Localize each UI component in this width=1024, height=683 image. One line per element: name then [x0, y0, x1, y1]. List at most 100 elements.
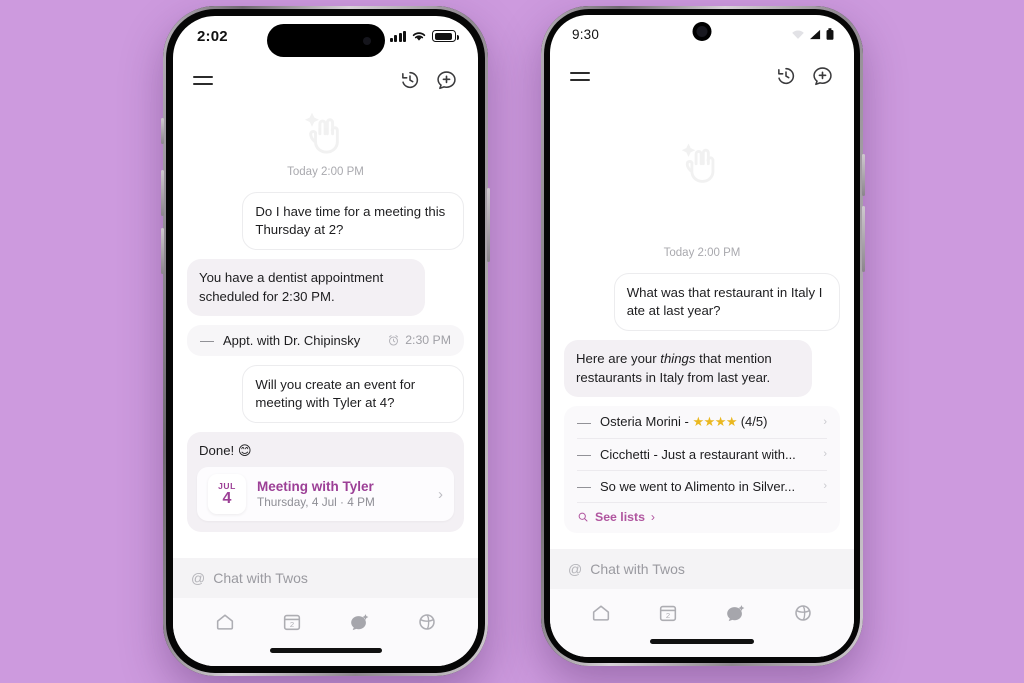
status-time: 9:30 — [572, 26, 600, 42]
chat-day-stamp: Today 2:00 PM — [287, 166, 364, 178]
chat-sparkle-icon[interactable] — [724, 602, 747, 625]
wifi-icon — [412, 32, 426, 41]
ios-status-bar: 2:02 — [173, 16, 478, 57]
power-button[interactable] — [862, 154, 865, 196]
bullet-dash-icon: — — [577, 478, 591, 495]
status-time: 2:02 — [197, 27, 228, 45]
status-icons — [791, 28, 834, 40]
hamburger-menu-icon[interactable] — [193, 75, 213, 85]
app-bar-actions — [399, 69, 458, 92]
bullet-dash-icon: — — [577, 413, 591, 430]
cellular-signal-icon — [389, 30, 406, 42]
event-title: Meeting with Tyler — [257, 479, 374, 495]
twos-peace-hand-logo — [564, 135, 840, 189]
chevron-right-icon: › — [438, 485, 443, 503]
twos-peace-hand-logo — [187, 104, 464, 160]
list-item-text-after: (4/5) — [737, 413, 768, 429]
hamburger-menu-icon[interactable] — [570, 71, 590, 81]
home-indicator — [173, 646, 478, 666]
chat-composer[interactable]: @ Chat with Twos — [173, 558, 478, 598]
android-app-bar — [550, 53, 854, 99]
search-icon — [578, 512, 588, 522]
list-item-label: Cicchetti - Just a restaurant with... — [600, 446, 796, 462]
chat-input-placeholder[interactable]: Chat with Twos — [590, 561, 685, 577]
done-confirmation-text: Done! 😊 — [199, 443, 252, 459]
chevron-right-icon: › — [823, 448, 827, 461]
appointment-time-text: 2:30 PM — [405, 333, 451, 348]
globe-icon[interactable] — [792, 602, 814, 624]
history-clock-icon[interactable] — [399, 69, 421, 91]
mute-switch[interactable] — [161, 118, 164, 144]
message-row: You have a dentist appointment scheduled… — [187, 259, 464, 316]
bottom-nav-bar: 2 — [173, 598, 478, 646]
home-icon[interactable] — [590, 602, 612, 624]
volume-up-button[interactable] — [161, 170, 164, 216]
list-item[interactable]: — Appt. with Dr. Chipinsky 2:30 PM — [187, 325, 464, 356]
see-lists-label: See lists — [595, 509, 645, 524]
list-item[interactable]: — Osteria Morini - ★★★★ (4/5) › — [564, 406, 840, 438]
iphone-screen: 2:02 Today 2:00 PM Do I have time for a … — [173, 16, 478, 666]
message-row: Here are your things that mention restau… — [564, 340, 840, 397]
assistant-text-emphasis: things — [660, 351, 696, 367]
see-lists-button[interactable]: See lists › — [564, 503, 840, 533]
android-device: 9:30 Today 2:00 PM What was that restaur… — [541, 6, 865, 666]
event-body: Meeting with Tyler Thursday, 4 Jul · 4 P… — [257, 479, 427, 509]
message-row: Will you create an event for meeting wit… — [187, 364, 464, 424]
status-icons — [389, 30, 459, 42]
list-item[interactable]: — So we went to Alimento in Silver... › — [564, 471, 840, 502]
appointment-card[interactable]: — Appt. with Dr. Chipinsky 2:30 PM — [187, 324, 464, 356]
calendar-icon[interactable]: 2 — [657, 602, 679, 624]
history-clock-icon[interactable] — [775, 65, 797, 87]
chat-scroll-region[interactable]: Today 2:00 PM Do I have time for a meeti… — [173, 104, 478, 558]
home-icon[interactable] — [214, 611, 236, 633]
cellular-signal-icon — [810, 29, 821, 39]
new-chat-plus-icon[interactable] — [811, 65, 834, 88]
list-item[interactable]: — Cicchetti - Just a restaurant with... … — [564, 439, 840, 470]
screenshot-stage: 2:02 Today 2:00 PM Do I have time for a … — [0, 0, 1024, 683]
ios-app-bar — [173, 56, 478, 104]
search-results-card: — Osteria Morini - ★★★★ (4/5) › — Cicche… — [564, 405, 840, 533]
bullet-dash-icon: — — [200, 332, 214, 349]
home-indicator — [550, 637, 854, 657]
list-item-label: So we went to Alimento in Silver... — [600, 478, 796, 494]
volume-down-button[interactable] — [161, 228, 164, 274]
iphone-device: 2:02 Today 2:00 PM Do I have time for a … — [161, 6, 490, 676]
calendar-event-card[interactable]: JUL 4 Meeting with Tyler Thursday, 4 Jul… — [197, 467, 454, 522]
bottom-nav-bar: 2 — [550, 589, 854, 637]
chevron-right-icon: › — [823, 480, 827, 493]
globe-icon[interactable] — [416, 611, 438, 633]
appointment-time: 2:30 PM — [387, 333, 451, 347]
appointment-title: Appt. with Dr. Chipinsky — [223, 332, 361, 348]
list-item-text-before: Osteria Morini - — [600, 413, 693, 429]
list-item-label: Osteria Morini - ★★★★ (4/5) — [600, 414, 814, 430]
user-message-bubble[interactable]: What was that restaurant in Italy I ate … — [613, 273, 840, 332]
android-screen: 9:30 Today 2:00 PM What was that restaur… — [550, 15, 854, 657]
assistant-message-bubble[interactable]: You have a dentist appointment scheduled… — [187, 259, 426, 316]
dynamic-island — [266, 24, 385, 57]
bullet-dash-icon: — — [577, 446, 591, 463]
svg-text:2: 2 — [289, 620, 293, 629]
assistant-message-bubble[interactable]: Here are your things that mention restau… — [564, 340, 813, 397]
chat-sparkle-icon[interactable] — [348, 611, 371, 634]
chat-scroll-region[interactable]: Today 2:00 PM What was that restaurant i… — [550, 99, 854, 549]
chat-composer[interactable]: @ Chat with Twos — [550, 549, 854, 589]
star-rating-icon: ★★★★ — [692, 413, 738, 429]
message-row: Do I have time for a meeting this Thursd… — [187, 192, 464, 251]
new-chat-plus-icon[interactable] — [435, 69, 458, 92]
user-message-bubble[interactable]: Will you create an event for meeting wit… — [242, 364, 464, 424]
power-button[interactable] — [487, 188, 490, 262]
at-mention-icon: @ — [191, 570, 206, 586]
chat-input-placeholder[interactable]: Chat with Twos — [213, 570, 308, 586]
chevron-right-icon: › — [650, 509, 656, 524]
user-message-bubble[interactable]: Do I have time for a meeting this Thursd… — [242, 192, 464, 251]
event-date-chip: JUL 4 — [208, 474, 246, 515]
svg-text:2: 2 — [666, 611, 670, 620]
chat-day-stamp: Today 2:00 PM — [663, 247, 741, 259]
battery-icon — [826, 28, 834, 40]
event-day: 4 — [222, 489, 232, 507]
front-camera-icon — [362, 36, 371, 45]
calendar-icon[interactable]: 2 — [281, 611, 303, 633]
volume-rocker[interactable] — [862, 206, 865, 272]
assistant-text-before: Here are your — [576, 351, 661, 367]
at-mention-icon: @ — [568, 561, 583, 577]
